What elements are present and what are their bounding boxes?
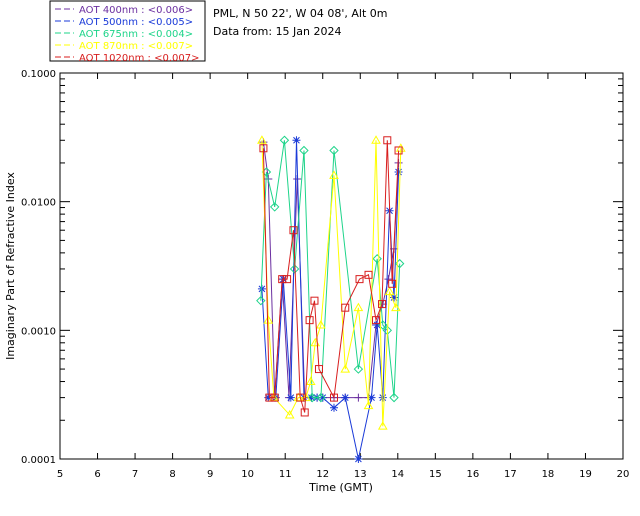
y-axis-label: Imaginary Part of Refractive Index bbox=[4, 172, 17, 360]
asterisk-marker bbox=[378, 393, 387, 402]
x-tick-label: 20 bbox=[617, 469, 630, 480]
x-tick-label: 8 bbox=[169, 469, 175, 480]
x-tick-label: 9 bbox=[207, 469, 213, 480]
asterisk-marker bbox=[394, 168, 403, 177]
x-tick-label: 18 bbox=[542, 469, 555, 480]
x-tick-label: 14 bbox=[391, 469, 404, 480]
y-tick-label: 0.0010 bbox=[21, 326, 56, 337]
y-tick-label: 0.0001 bbox=[21, 455, 56, 466]
legend-entry: AOT 870nm : <0.007> bbox=[79, 41, 193, 52]
chart-svg: AOT 400nm : <0.006>AOT 500nm : <0.005>AO… bbox=[4, 0, 630, 494]
x-tick-label: 12 bbox=[316, 469, 329, 480]
legend-entry: AOT 675nm : <0.004> bbox=[79, 29, 193, 40]
asterisk-marker bbox=[292, 136, 301, 145]
data-series bbox=[256, 135, 406, 463]
plus-marker bbox=[354, 393, 363, 402]
y-tick-label: 0.0100 bbox=[21, 198, 56, 209]
legend-entry: AOT 1020nm : <0.007> bbox=[79, 53, 199, 64]
asterisk-marker bbox=[286, 393, 295, 402]
series-line bbox=[261, 140, 400, 460]
x-tick-label: 11 bbox=[279, 469, 292, 480]
x-tick-label: 16 bbox=[466, 469, 479, 480]
x-tick-label: 13 bbox=[354, 469, 367, 480]
x-tick-label: 7 bbox=[132, 469, 138, 480]
chart: AOT 400nm : <0.006> AOT 500nm : <0.005> AO… bbox=[0, 0, 640, 512]
x-tick-label: 17 bbox=[504, 469, 517, 480]
legend: AOT 400nm : <0.006>AOT 500nm : <0.005>AO… bbox=[49, 0, 206, 64]
x-tick-label: 6 bbox=[94, 469, 100, 480]
info-location: PML, N 50 22', W 04 08', Alt 0m bbox=[213, 7, 387, 20]
x-tick-label: 10 bbox=[241, 469, 254, 480]
legend-entry: AOT 400nm : <0.006> bbox=[79, 5, 193, 16]
asterisk-marker bbox=[341, 393, 350, 402]
asterisk-marker bbox=[329, 403, 338, 412]
legend-entry: AOT 500nm : <0.005> bbox=[79, 17, 193, 28]
x-tick-label: 15 bbox=[429, 469, 442, 480]
x-tick-label: 5 bbox=[57, 469, 63, 480]
x-tick-label: 19 bbox=[579, 469, 592, 480]
y-tick-label: 0.1000 bbox=[21, 69, 56, 80]
x-axis-label: Time (GMT) bbox=[308, 481, 373, 494]
info-date: Data from: 15 Jan 2024 bbox=[213, 25, 342, 38]
asterisk-marker bbox=[354, 455, 363, 463]
